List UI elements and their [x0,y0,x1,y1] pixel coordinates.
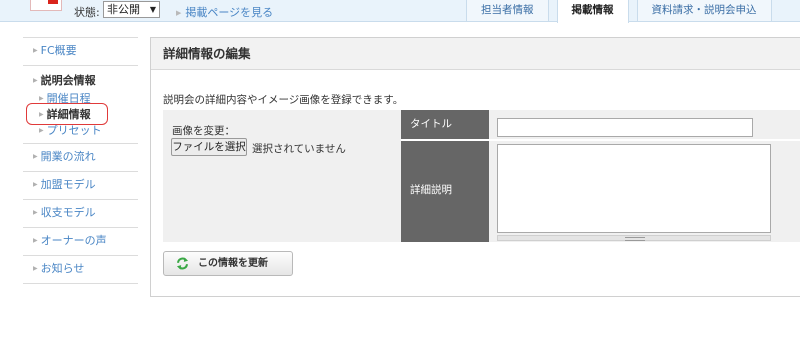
tab-bar: 担当者情報 掲載情報 資料請求・説明会申込 [466,0,780,23]
view-page-link-label: 掲載ページを見る [185,6,274,19]
sidebar-item-fc-overview[interactable]: ▶ FC概要 [23,38,138,66]
triangle-right-icon: ▶ [33,181,38,188]
status-select[interactable]: 非公開 ▼ [103,1,160,18]
sidebar-item-opening-flow[interactable]: ▶ 開業の流れ [23,144,138,172]
sidebar-item-revenue-model[interactable]: ▶ 収支モデル [23,200,138,228]
top-bar: 状態: 非公開 ▼ ▶ 掲載ページを見る 担当者情報 掲載情報 資料請求・説明会申… [0,0,800,23]
title-field-cell [489,110,800,141]
sidebar-item-label: 収支モデル [40,206,96,219]
sidebar-item-label: オーナーの声 [40,234,107,247]
tab-listing-info[interactable]: 掲載情報 [556,0,629,23]
triangle-right-icon: ▶ [176,9,182,17]
highlight-annotation [26,103,108,125]
chevron-down-icon: ▼ [149,5,156,14]
title-field-label: タイトル [401,110,489,141]
sidebar-item-label: 加盟モデル [40,178,96,191]
view-page-link[interactable]: ▶ 掲載ページを見る [176,4,273,20]
textarea-drag-handle[interactable] [497,235,771,241]
detail-textarea[interactable] [497,144,771,233]
sidebar-group-heading-label: 説明会情報 [40,74,96,87]
update-info-button-label: この情報を更新 [198,258,268,269]
triangle-right-icon: ▶ [39,95,44,102]
sidebar-item-label: FC概要 [40,44,77,57]
triangle-right-icon: ▶ [33,209,38,216]
status-select-value: 非公開 [107,3,140,16]
detail-field-cell [489,141,800,242]
sidebar-subitem-preset[interactable]: ▶ プリセット [33,123,138,139]
title-input[interactable] [497,118,753,137]
triangle-right-icon: ▶ [33,265,38,272]
detail-form: 画像を変更： ファイルを選択 選択されていません タイトル 詳細説明 [163,110,800,242]
update-info-button[interactable]: この情報を更新 [163,251,293,276]
edit-panel: 詳細情報の編集 説明会の詳細内容やイメージ画像を登録できます。 画像を変更： フ… [150,37,800,297]
tab-contact-info[interactable]: 担当者情報 [466,0,549,22]
sidebar-item-news[interactable]: ▶ お知らせ [23,256,138,284]
triangle-right-icon: ▶ [33,77,38,84]
page-title: 詳細情報の編集 [151,38,800,70]
sidebar: ▶ FC概要 ▶ 説明会情報 ▶ 開催日程 ▶ 詳細情報 ▶ プリセット ▶ 開業の流れ ▶… [23,37,138,284]
triangle-right-icon: ▶ [33,153,38,160]
logo [30,0,62,11]
triangle-right-icon: ▶ [33,237,38,244]
tab-requests[interactable]: 資料請求・説明会申込 [636,0,772,22]
status-label: 状態: [74,6,100,19]
sidebar-subitem-label: プリセット [46,124,102,137]
choose-file-button[interactable]: ファイルを選択 [171,138,247,156]
sidebar-item-label: 開業の流れ [40,150,96,163]
triangle-right-icon: ▶ [33,47,38,54]
sidebar-item-label: お知らせ [40,262,85,275]
sidebar-group-briefing: ▶ 説明会情報 ▶ 開催日程 ▶ 詳細情報 ▶ プリセット [23,66,138,144]
image-change-label: 画像を変更： [172,125,235,137]
triangle-right-icon: ▶ [39,127,44,134]
page-description: 説明会の詳細内容やイメージ画像を登録できます。 [163,94,404,106]
sidebar-item-owner-voices[interactable]: ▶ オーナーの声 [23,228,138,256]
image-upload-cell: 画像を変更： ファイルを選択 選択されていません [163,110,401,242]
detail-field-label: 詳細説明 [401,141,489,242]
refresh-icon [176,257,189,270]
sidebar-item-membership-model[interactable]: ▶ 加盟モデル [23,172,138,200]
file-status-text: 選択されていません [252,143,346,155]
sidebar-subitem-details[interactable]: ▶ 詳細情報 [26,103,138,125]
sidebar-group-heading[interactable]: ▶ 説明会情報 [33,71,138,91]
